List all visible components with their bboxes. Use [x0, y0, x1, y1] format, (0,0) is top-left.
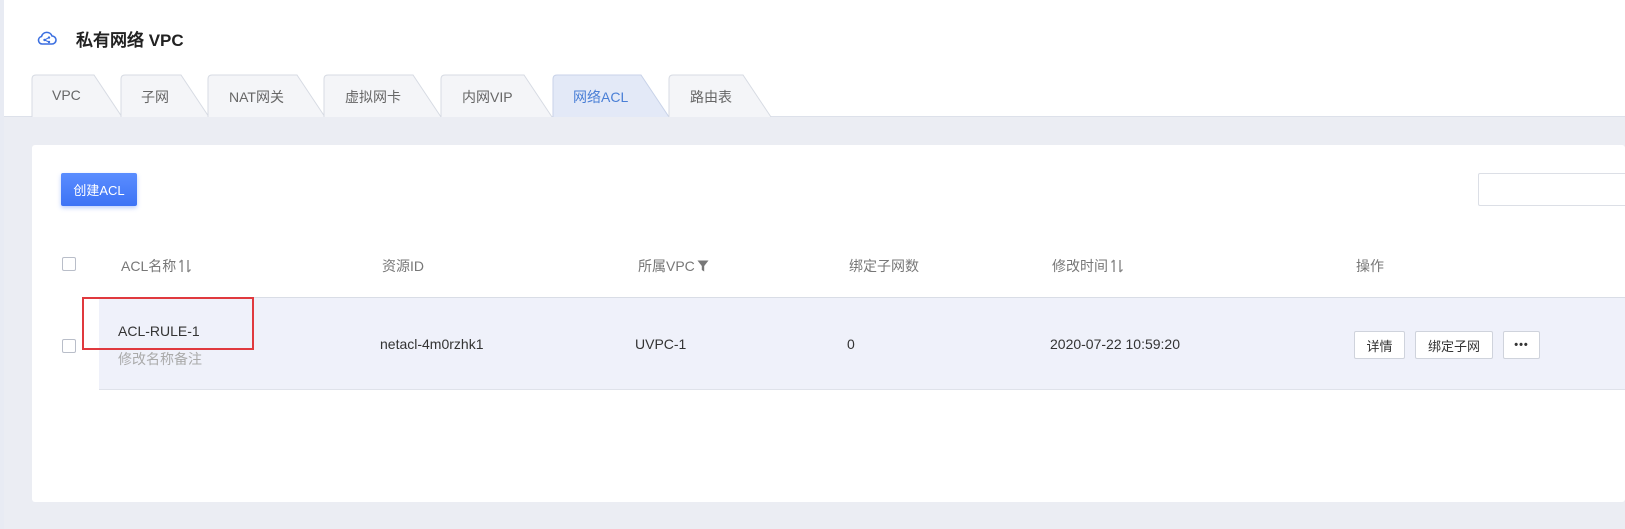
tab-virtual-nic[interactable]: 虚拟网卡 [345, 87, 401, 107]
column-header-vpc[interactable]: 所属VPC [638, 256, 709, 276]
page-header: 私有网络 VPC [36, 24, 184, 52]
column-label-resource-id: 资源ID [382, 258, 424, 274]
tab-route-table[interactable]: 路由表 [690, 87, 732, 107]
select-all-checkbox[interactable] [62, 257, 76, 271]
bind-subnet-button[interactable]: 绑定子网 [1415, 331, 1493, 359]
column-label-modified-time: 修改时间 [1052, 258, 1108, 274]
row-checkbox[interactable] [62, 339, 76, 353]
column-header-resource-id: 资源ID [382, 256, 424, 276]
modified-time: 2020-07-22 10:59:20 [1050, 336, 1180, 352]
tab-vpc[interactable]: VPC [52, 87, 81, 103]
column-header-modified-time[interactable]: 修改时间 [1052, 256, 1124, 276]
page-title: 私有网络 VPC [76, 30, 184, 50]
column-label-acl-name: ACL名称 [121, 258, 177, 274]
subnet-count: 0 [847, 336, 855, 352]
sort-icon[interactable] [1110, 258, 1124, 274]
resource-id: netacl-4m0rzhk1 [380, 336, 484, 352]
tab-network-acl[interactable]: 网络ACL [573, 87, 628, 107]
vpc-name[interactable]: UVPC-1 [635, 336, 686, 352]
column-header-subnet-count: 绑定子网数 [849, 256, 919, 276]
edit-name-note-link[interactable]: 修改名称备注 [118, 349, 202, 369]
create-acl-button[interactable]: 创建ACL [61, 173, 137, 206]
tab-bar: VPC 子网 NAT网关 虚拟网卡 内网VIP 网络ACL 路由表 [4, 70, 1625, 118]
cloud-share-icon [36, 27, 58, 49]
highlight-annotation-box [82, 297, 254, 350]
column-label-actions: 操作 [1356, 258, 1384, 274]
tab-internal-vip[interactable]: 内网VIP [462, 87, 513, 107]
column-label-vpc: 所属VPC [638, 258, 695, 274]
column-header-actions: 操作 [1356, 256, 1384, 276]
filter-icon[interactable] [697, 259, 709, 273]
more-actions-button[interactable]: ••• [1503, 331, 1540, 359]
column-label-subnet-count: 绑定子网数 [849, 258, 919, 274]
search-input[interactable] [1478, 173, 1625, 206]
tab-subnet[interactable]: 子网 [141, 87, 169, 107]
sort-icon[interactable] [178, 258, 192, 274]
detail-button[interactable]: 详情 [1354, 331, 1405, 359]
column-header-acl-name[interactable]: ACL名称 [121, 256, 192, 276]
tab-nat-gateway[interactable]: NAT网关 [229, 87, 284, 107]
